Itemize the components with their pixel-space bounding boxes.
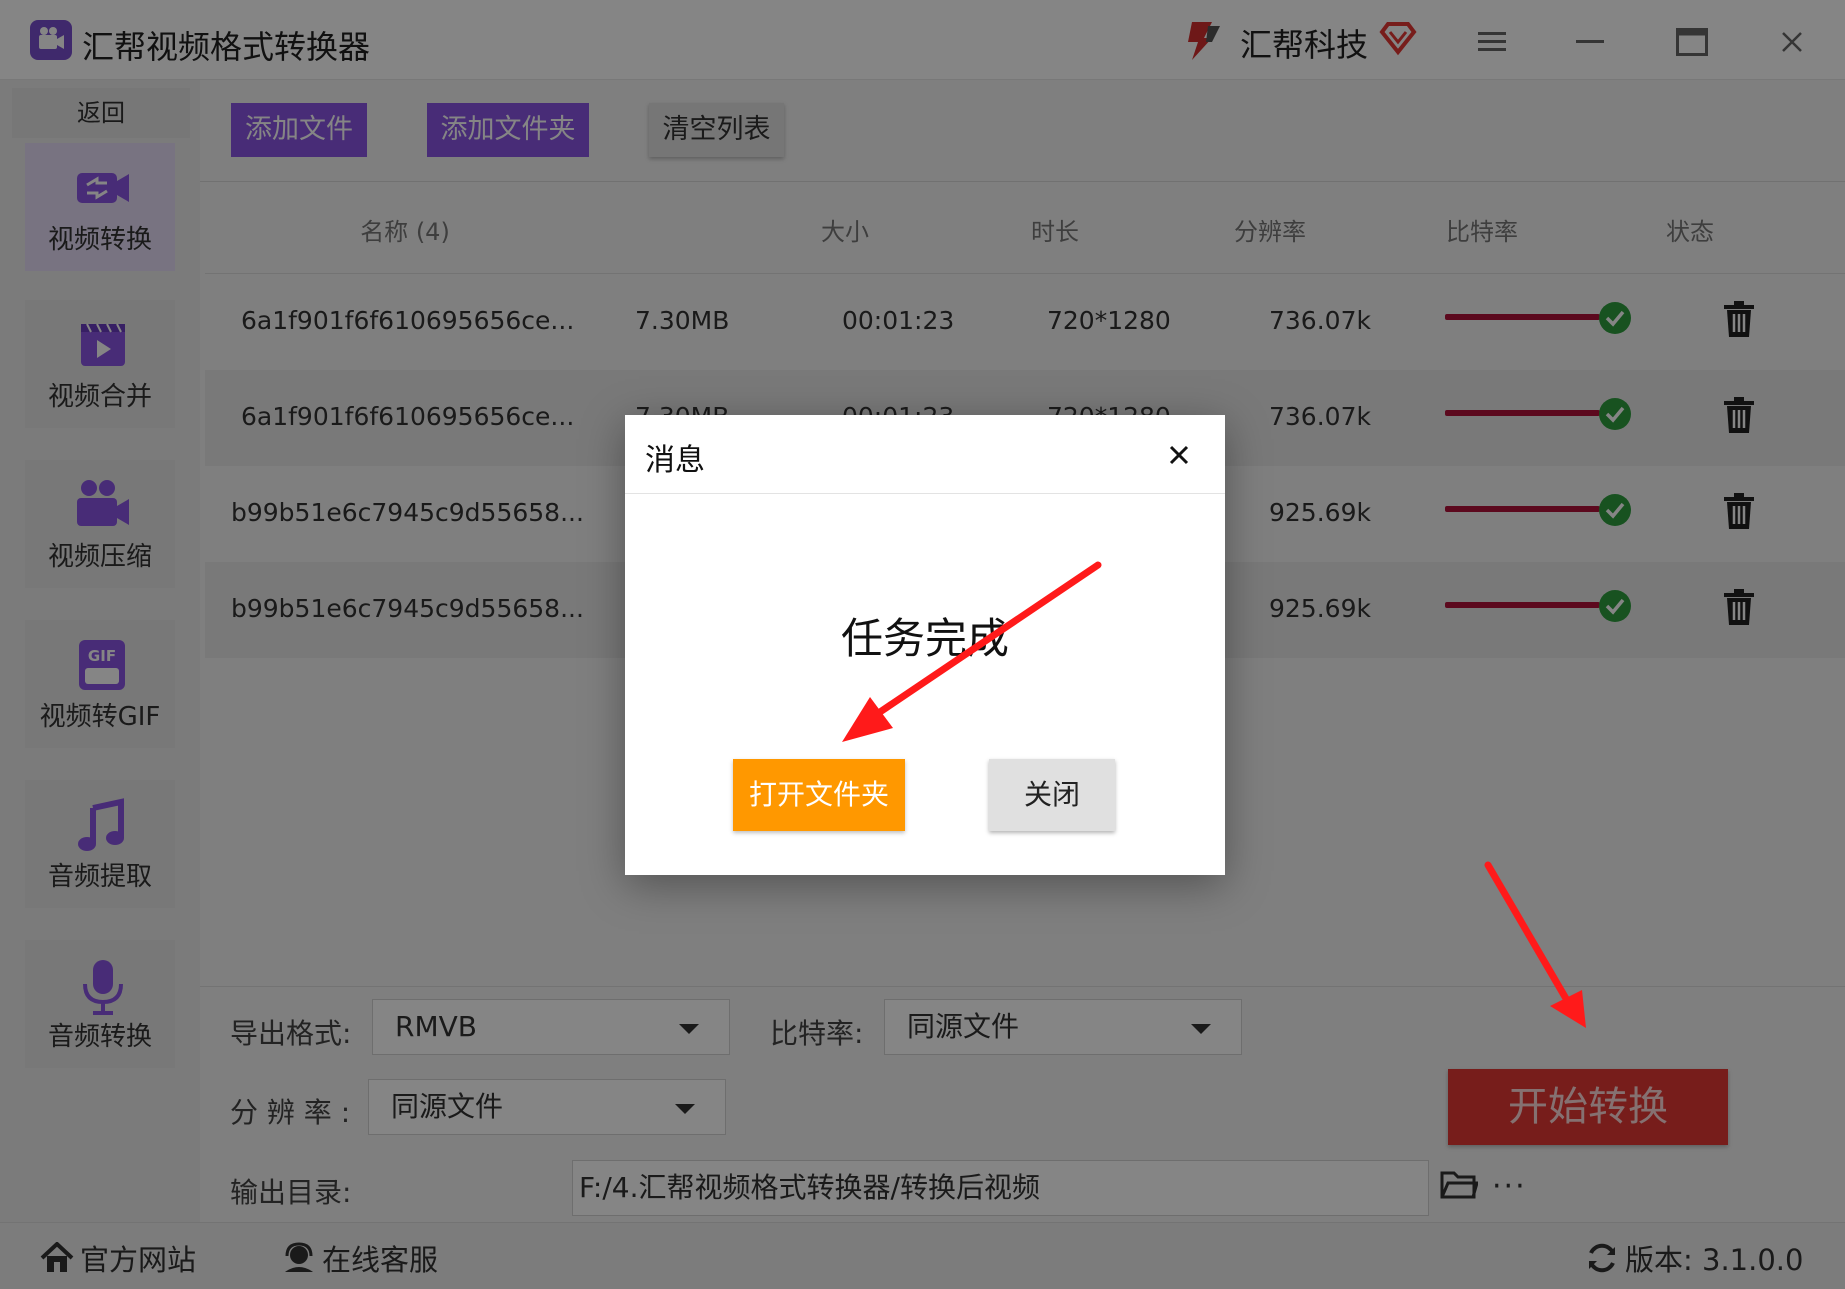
dialog-header: 消息 (625, 415, 1225, 494)
open-folder-button[interactable]: 打开文件夹 (733, 759, 905, 831)
dialog-message: 任务完成 (840, 614, 1009, 663)
dialog-title: 消息 (645, 443, 705, 478)
message-dialog: 消息 任务完成 打开文件夹 关闭 (625, 415, 1225, 875)
dialog-close-icon[interactable] (1163, 439, 1195, 471)
dialog-close-button[interactable]: 关闭 (989, 759, 1115, 831)
